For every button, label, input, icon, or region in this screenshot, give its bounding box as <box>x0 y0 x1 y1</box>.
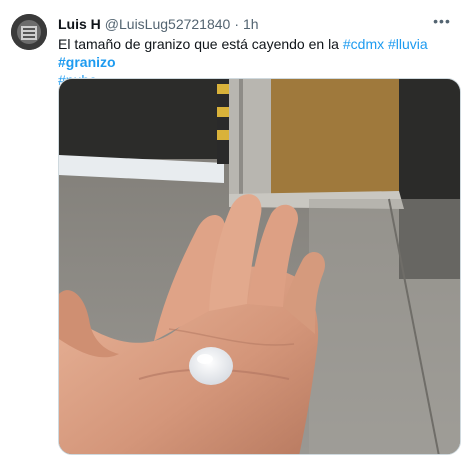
tweet-header: Luis H @LuisLug52721840 · 1h <box>58 15 259 33</box>
meta-separator: · <box>234 16 239 32</box>
tweet-photo[interactable] <box>58 78 461 455</box>
user-handle[interactable]: @LuisLug52721840 <box>105 16 231 32</box>
hashtag-lluvia[interactable]: #lluvia <box>388 36 428 52</box>
display-name[interactable]: Luis H <box>58 16 101 32</box>
hashtag-cdmx[interactable]: #cdmx <box>343 36 384 52</box>
hashtag-granizo[interactable]: #granizo <box>58 54 116 70</box>
user-avatar[interactable] <box>11 14 47 50</box>
hand-holding-hailstone-photo <box>59 79 460 454</box>
tweet-timestamp[interactable]: 1h <box>243 16 259 32</box>
tweet-card[interactable]: Luis H @LuisLug52721840 · 1h ••• El tama… <box>0 0 461 455</box>
more-options-icon[interactable]: ••• <box>433 12 451 30</box>
tweet-text-body: El tamaño de granizo que está cayendo en… <box>58 36 339 52</box>
